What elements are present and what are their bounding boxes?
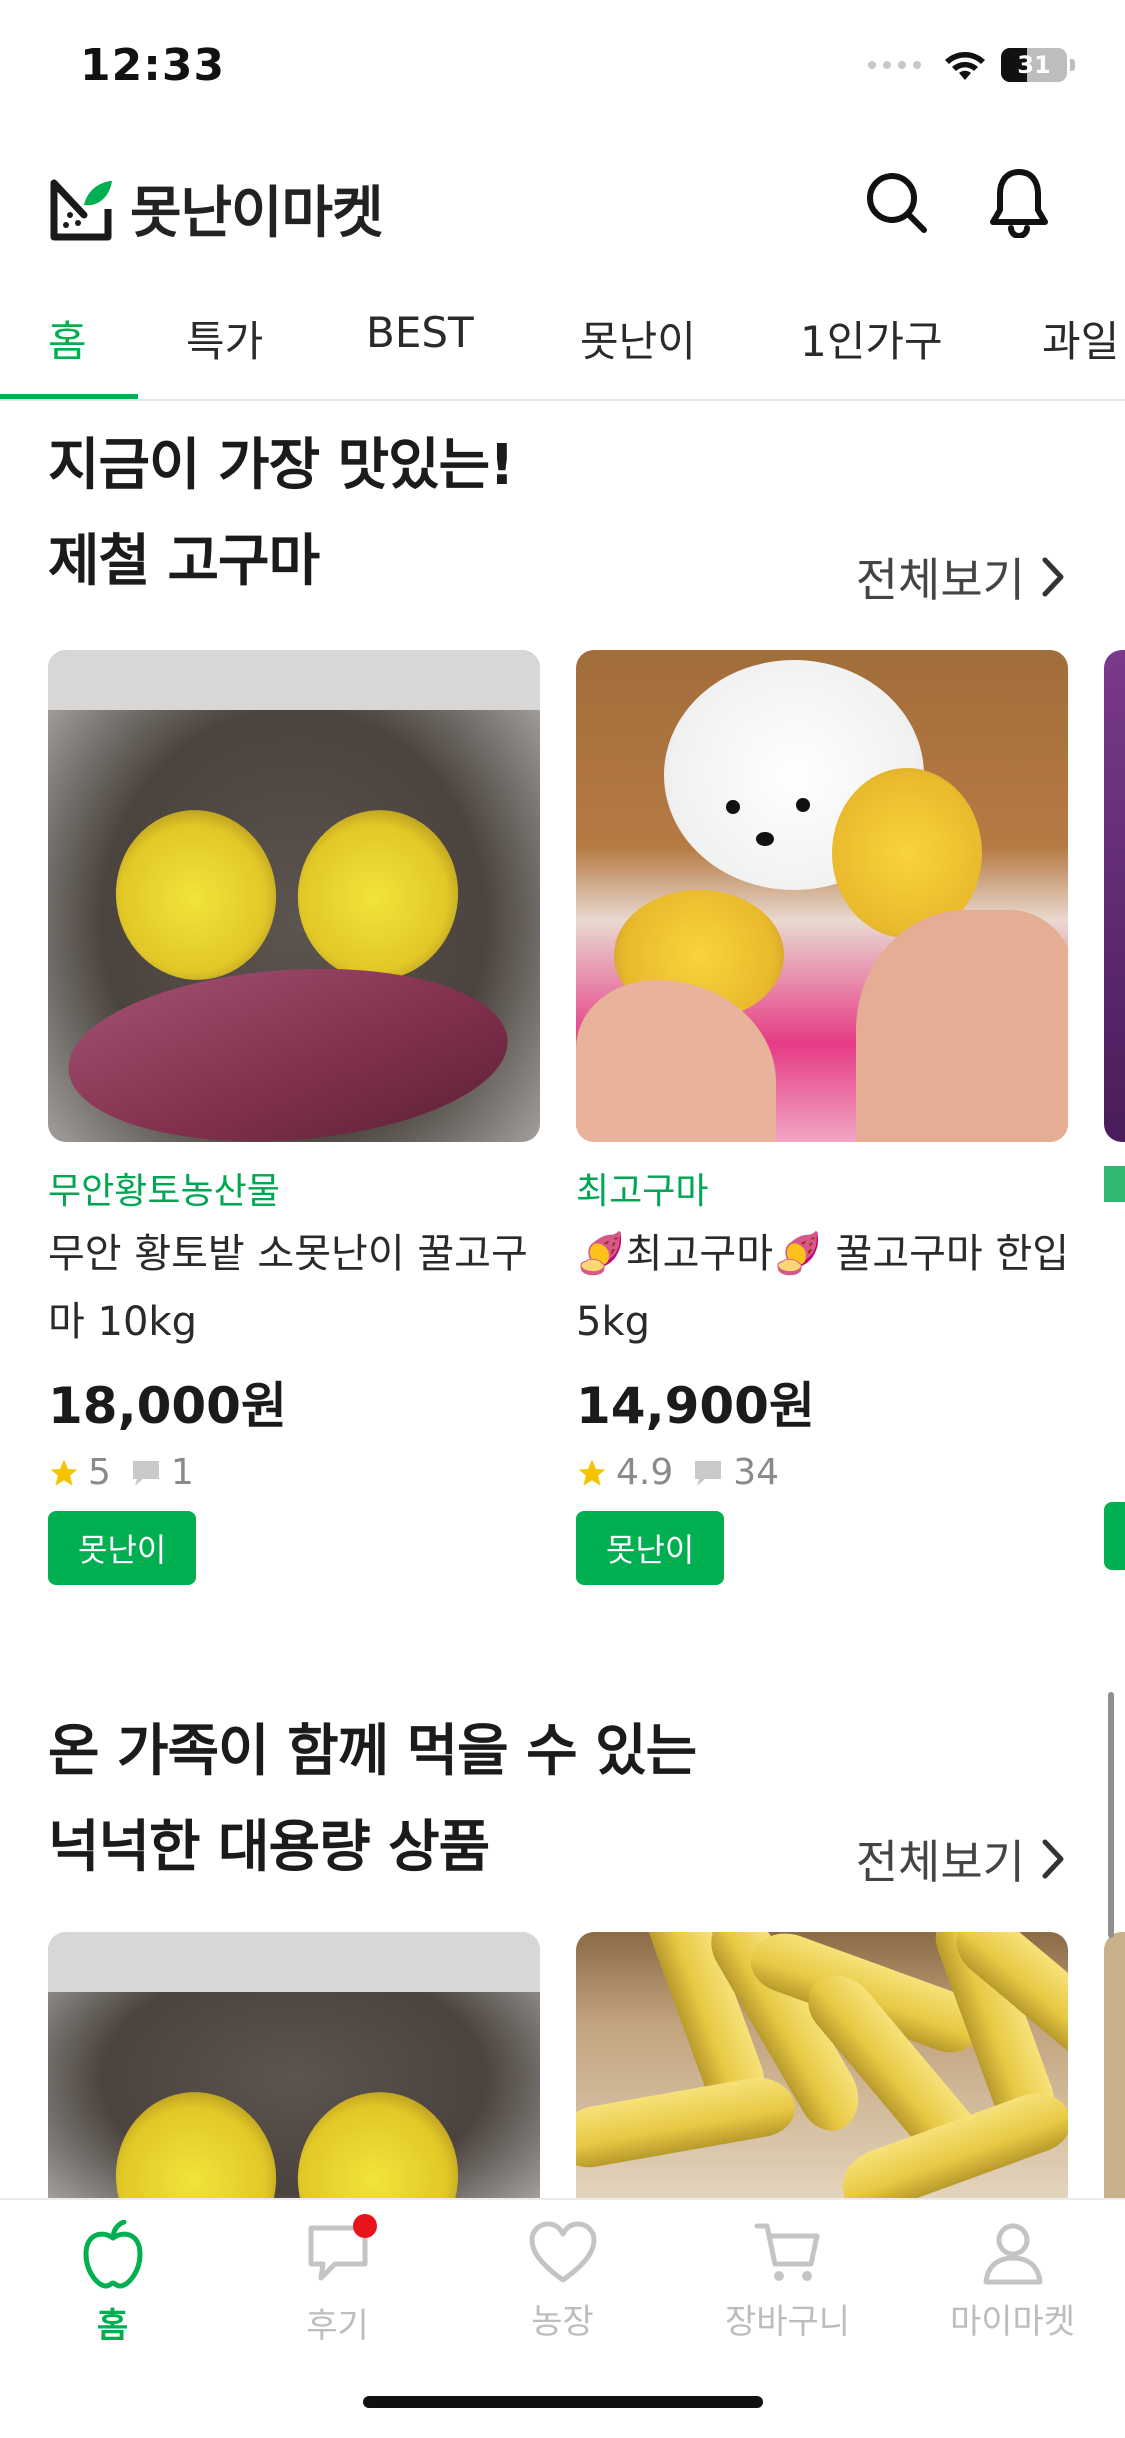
section-title-line1: 온 가족이 함께 먹을 수 있는 — [48, 1719, 697, 1784]
nav-cart[interactable]: 장바구니 — [675, 2220, 900, 2343]
see-all-label: 전체보기 — [855, 1835, 1025, 1889]
notification-button[interactable] — [984, 168, 1054, 238]
battery-icon: 31 — [1001, 48, 1067, 82]
app-name: 못난이마켓 — [130, 181, 384, 246]
section-title-line2: 넉넉한 대용량 상품 — [48, 1815, 490, 1880]
product-badge: 못난이 — [48, 1511, 197, 1585]
nav-label: 마이마켓 — [949, 2302, 1076, 2342]
product-badge: 못난이 — [576, 1511, 725, 1585]
tab-ugly[interactable]: 못난이 — [580, 308, 696, 369]
chevron-right-icon — [1042, 1839, 1064, 1879]
chevron-right-icon — [1042, 557, 1064, 597]
product-meta: 5 1 — [48, 1452, 540, 1493]
category-tabs: 홈 특가 BEST 못난이 1인가구 과일 — [0, 296, 1125, 402]
product-meta: 4.9 34 — [576, 1452, 1068, 1493]
section-title: 온 가족이 함께 먹을 수 있는 넉넉한 대용량 상품 — [48, 1704, 697, 1896]
product-image[interactable] — [576, 1932, 1068, 2198]
nav-home[interactable]: 홈 — [0, 2220, 225, 2347]
star-icon — [578, 1459, 606, 1486]
star-icon — [50, 1459, 78, 1486]
bell-icon — [990, 169, 1048, 238]
chat-bubble-icon — [305, 2214, 377, 2290]
product-card-partial[interactable] — [1104, 1932, 1125, 2198]
review-count: 34 — [733, 1452, 780, 1493]
product-card[interactable]: 무안황토농산물 무안 황토밭 소못난이 꿀고구마 10kg 18,000원 5 … — [48, 650, 540, 1585]
comment-icon — [132, 1460, 159, 1486]
tab-fruit[interactable]: 과일 — [1042, 308, 1119, 369]
nav-farm[interactable]: 농장 — [450, 2220, 675, 2343]
home-indicator[interactable] — [363, 2396, 763, 2408]
tab-special[interactable]: 특가 — [186, 308, 263, 369]
see-all-link[interactable]: 전체보기 — [856, 544, 1065, 610]
section-title-line2: 제철 고구마 — [48, 529, 320, 594]
cellular-signal-icon — [868, 61, 921, 69]
product-image[interactable] — [576, 650, 1068, 1142]
nav-my-market[interactable]: 마이마켓 — [900, 2220, 1125, 2343]
tabs-divider — [0, 399, 1125, 401]
heart-icon — [529, 2221, 596, 2283]
nav-label: 홈 — [96, 2306, 129, 2346]
scrollbar[interactable] — [1108, 1692, 1114, 1938]
status-time: 12:33 — [80, 40, 226, 91]
rating-value: 4.9 — [616, 1452, 674, 1493]
nav-label: 후기 — [306, 2306, 369, 2346]
review-count: 1 — [170, 1452, 194, 1493]
product-name[interactable]: 무안 황토밭 소못난이 꿀고구마 10kg — [48, 1220, 548, 1356]
product-price: 18,000원 — [48, 1377, 287, 1435]
product-card-partial-shop — [1104, 1166, 1125, 1202]
apple-icon — [83, 2220, 142, 2289]
product-name[interactable]: 🍠최고구마🍠 꿀고구마 한입 5kg — [576, 1220, 1076, 1356]
product-card-partial[interactable] — [1104, 650, 1125, 1142]
product-image[interactable] — [48, 650, 540, 1142]
rating-value: 5 — [88, 1452, 111, 1493]
product-card-partial-badge — [1104, 1502, 1125, 1570]
shop-name[interactable]: 최고구마 — [576, 1162, 1068, 1214]
nav-label: 장바구니 — [724, 2302, 851, 2342]
product-card[interactable]: 최고구마 🍠최고구마🍠 꿀고구마 한입 5kg 14,900원 4.9 34 못… — [576, 650, 1069, 1585]
search-button[interactable] — [862, 168, 932, 238]
product-image[interactable] — [48, 1932, 540, 2198]
search-icon — [867, 173, 927, 233]
nav-reviews[interactable]: 후기 — [225, 2214, 450, 2347]
person-icon — [983, 2223, 1042, 2285]
nav-label: 농장 — [531, 2302, 594, 2342]
tab-single-household[interactable]: 1인가구 — [800, 308, 943, 369]
wifi-icon — [945, 52, 985, 80]
shop-name[interactable]: 무안황토농산물 — [48, 1162, 540, 1214]
status-icons: 31 — [868, 48, 1075, 82]
section-title-line1: 지금이 가장 맛있는! — [48, 433, 515, 498]
notification-dot — [352, 2214, 377, 2238]
cart-icon — [754, 2223, 819, 2281]
tab-home[interactable]: 홈 — [48, 308, 87, 369]
see-all-label: 전체보기 — [855, 553, 1025, 607]
battery-level: 31 — [1017, 51, 1051, 79]
tab-best[interactable]: BEST — [366, 308, 474, 357]
section-title: 지금이 가장 맛있는! 제철 고구마 — [48, 418, 515, 610]
logo-icon — [50, 179, 112, 240]
see-all-link[interactable]: 전체보기 — [856, 1826, 1065, 1892]
comment-icon — [695, 1460, 722, 1486]
product-price: 14,900원 — [576, 1377, 815, 1435]
app-logo[interactable]: 못난이마켓 — [48, 168, 384, 249]
